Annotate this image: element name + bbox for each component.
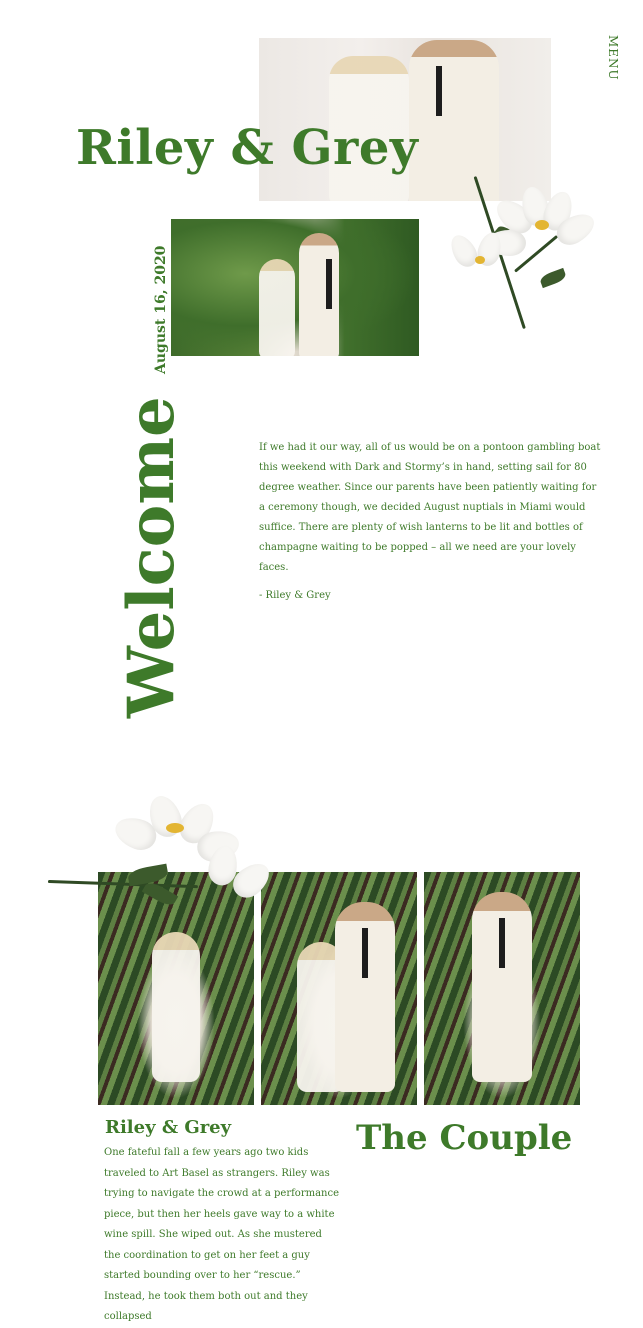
flower-center bbox=[535, 220, 549, 230]
magnolia-flower-illustration bbox=[445, 160, 600, 330]
flower-petal bbox=[445, 230, 482, 272]
wedding-date: August 16, 2020 bbox=[153, 245, 169, 374]
couple-story: One fateful fall a few years ago two kid… bbox=[104, 1147, 340, 1322]
welcome-heading: Welcome bbox=[114, 396, 189, 718]
garden-couple-photo bbox=[171, 219, 419, 356]
flower-leaf bbox=[538, 267, 568, 289]
welcome-message: If we had it our way, all of us would be… bbox=[259, 438, 604, 606]
page-title: Riley & Grey bbox=[76, 120, 419, 176]
bride-portrait-photo bbox=[98, 872, 254, 1105]
groom-figure bbox=[472, 892, 532, 1082]
groom-figure bbox=[335, 902, 395, 1092]
menu-link[interactable]: MENU bbox=[606, 35, 620, 85]
flower-stem bbox=[47, 880, 198, 889]
bride-figure bbox=[259, 259, 295, 356]
welcome-signature: - Riley & Grey bbox=[259, 590, 331, 601]
flower-center bbox=[475, 256, 485, 264]
groom-figure bbox=[299, 233, 339, 356]
welcome-paragraph: If we had it our way, all of us would be… bbox=[259, 442, 601, 573]
flower-center bbox=[166, 823, 184, 833]
magnolia-flower-illustration bbox=[47, 791, 276, 909]
bride-figure bbox=[152, 932, 200, 1082]
groom-portrait-photo bbox=[424, 872, 580, 1105]
couple-heading: The Couple bbox=[356, 1118, 573, 1158]
story-title: Riley & Grey bbox=[105, 1117, 232, 1138]
couple-portrait-photo bbox=[261, 872, 417, 1105]
